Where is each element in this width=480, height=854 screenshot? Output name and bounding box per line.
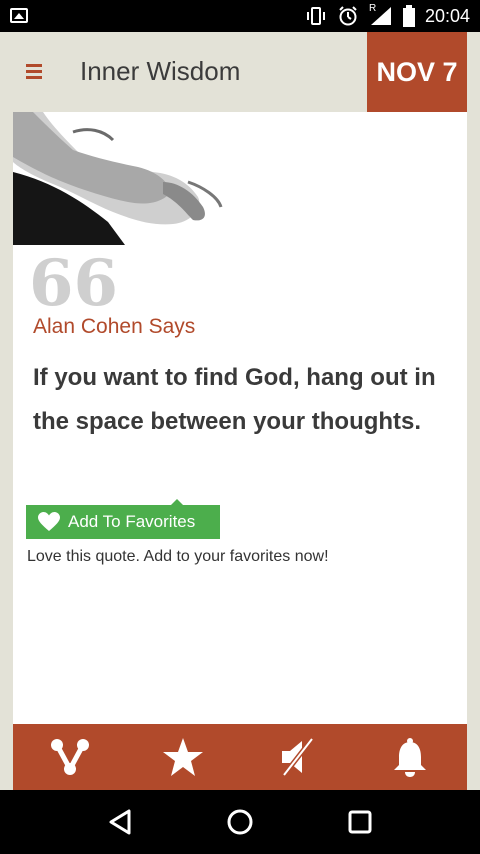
action-toolbar [13, 724, 467, 790]
app-title: Inner Wisdom [80, 56, 241, 86]
share-button[interactable] [40, 727, 100, 787]
star-icon [163, 738, 204, 776]
date-badge: NOV 7 [367, 32, 467, 112]
bell-icon [394, 738, 427, 777]
vibrate-icon [306, 7, 325, 25]
alarm-icon [339, 6, 357, 26]
sound-toggle-button[interactable] [267, 727, 327, 787]
app-bar: Inner Wisdom NOV 7 [0, 32, 480, 112]
favorites-button[interactable] [153, 727, 213, 787]
back-icon [109, 809, 131, 835]
meditation-hand-image [13, 112, 223, 245]
quote-text: If you want to find God, hang out in the… [33, 364, 436, 435]
back-button[interactable] [90, 792, 150, 852]
quote-mark: 66 [29, 246, 119, 321]
add-to-favorites-button[interactable]: Add To Favorites [26, 499, 220, 539]
status-bar: R 20:04 [0, 0, 480, 32]
signal-roaming-icon: R [368, 3, 393, 27]
quote-card: 66 Alan Cohen Says If you want to find G… [13, 112, 467, 724]
battery-icon [402, 5, 415, 27]
menu-icon[interactable] [26, 64, 42, 80]
home-button[interactable] [210, 792, 270, 852]
favorites-hint: Love this quote. Add to your favorites n… [27, 548, 329, 565]
status-time: 20:04 [424, 5, 470, 26]
sound-muted-icon [281, 737, 314, 777]
home-icon [227, 809, 253, 835]
quote-author: Alan Cohen Says [33, 315, 196, 338]
add-to-favorites-label: Add To Favorites [68, 512, 196, 531]
reminder-button[interactable] [380, 727, 440, 787]
heart-icon [38, 512, 60, 532]
recents-icon [348, 810, 372, 834]
recents-button[interactable] [330, 792, 390, 852]
system-nav-bar [0, 790, 480, 854]
roaming-label: R [368, 3, 377, 14]
status-icons: R 20:04 [305, 0, 470, 32]
image-notification-icon [10, 8, 28, 23]
share-icon [50, 739, 89, 775]
